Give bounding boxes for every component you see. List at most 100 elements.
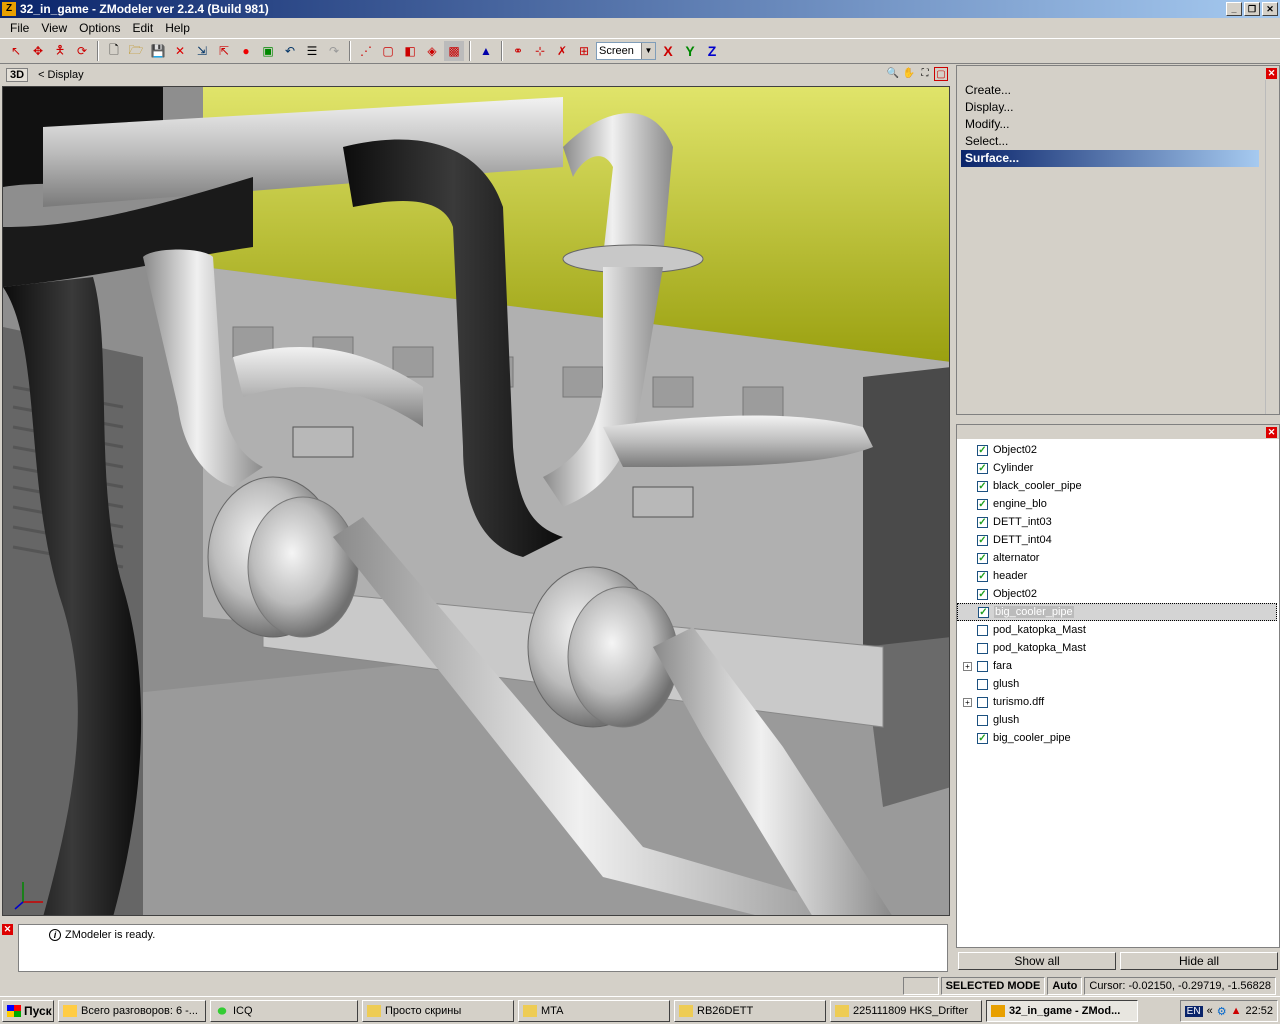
axis-x-button[interactable]: X (658, 43, 678, 59)
export-icon[interactable]: ⇱ (214, 41, 234, 61)
menu-view[interactable]: View (35, 21, 73, 35)
task-folder-screens[interactable]: Просто скрины (362, 999, 514, 1022)
command-scrollbar[interactable] (1265, 80, 1279, 414)
object-row[interactable]: ✓ Cylinder (957, 459, 1277, 477)
visibility-checkbox[interactable]: ✓ (977, 570, 988, 582)
object-row[interactable]: glush (957, 675, 1277, 693)
fit-view-icon[interactable]: ⛶ (918, 67, 932, 81)
visibility-checkbox[interactable]: ✓ (977, 498, 988, 510)
task-zmodeler[interactable]: 32_in_game - ZMod... (986, 999, 1138, 1022)
select-tool-icon[interactable]: ↖ (6, 41, 26, 61)
visibility-checkbox[interactable]: ✓ (977, 516, 988, 528)
grid-icon[interactable]: ⊞ (574, 41, 594, 61)
menu-file[interactable]: File (4, 21, 35, 35)
pan-hand-icon[interactable]: ✋ (902, 67, 916, 81)
task-folder-mta[interactable]: MTA (518, 999, 670, 1022)
view-mode-select[interactable]: Screen ▼ (596, 42, 656, 60)
command-create[interactable]: Create... (961, 82, 1259, 99)
maximize-button[interactable]: ❐ (1244, 2, 1260, 16)
visibility-checkbox[interactable] (977, 714, 988, 726)
record-icon[interactable]: ● (236, 41, 256, 61)
object-row[interactable]: ✓ DETT_int03 (957, 513, 1277, 531)
close-icon[interactable]: ✕ (1266, 68, 1277, 79)
vertex-mode-icon[interactable]: ⋰ (356, 41, 376, 61)
visibility-checkbox[interactable]: ✓ (977, 462, 988, 474)
show-all-button[interactable]: Show all (958, 952, 1116, 970)
open-folder-icon[interactable]: 🗁 (126, 41, 146, 61)
3d-viewport[interactable] (2, 86, 950, 916)
maximize-viewport-icon[interactable]: ▢ (934, 67, 948, 81)
visibility-checkbox[interactable]: ✓ (977, 552, 988, 564)
viewport-mode-label[interactable]: 3D (6, 68, 29, 82)
visibility-checkbox[interactable] (977, 678, 988, 690)
task-folder-hks[interactable]: 225111809 HKS_Drifter (830, 999, 982, 1022)
undo-icon[interactable]: ↶ (280, 41, 300, 61)
cube-mode-icon[interactable]: ▩ (444, 41, 464, 61)
object-row[interactable]: ✓ big_cooler_pipe (957, 603, 1277, 621)
object-row[interactable]: ✓ alternator (957, 549, 1277, 567)
visibility-checkbox[interactable]: ✓ (977, 480, 988, 492)
minimize-button[interactable]: _ (1226, 2, 1242, 16)
visibility-checkbox[interactable]: ✓ (977, 732, 988, 744)
rotate-tool-icon[interactable]: ⟳ (72, 41, 92, 61)
antivirus-icon[interactable]: ▲ (1231, 1005, 1242, 1017)
close-button[interactable]: ✕ (1262, 2, 1278, 16)
face-mode-icon[interactable]: ◧ (400, 41, 420, 61)
start-button[interactable]: Пуск (2, 999, 54, 1022)
redo-icon[interactable]: ↷ (324, 41, 344, 61)
expand-plus-icon[interactable]: + (963, 661, 972, 671)
close-icon[interactable]: ✕ (2, 924, 13, 935)
object-row[interactable]: ✓ DETT_int04 (957, 531, 1277, 549)
command-modify[interactable]: Modify... (961, 116, 1259, 133)
object-row[interactable]: ✓ Object02 (957, 441, 1277, 459)
move-tool-icon[interactable]: ✥ (28, 41, 48, 61)
new-file-icon[interactable]: 🗋 (104, 41, 124, 61)
axis-z-button[interactable]: Z (702, 43, 722, 59)
object-row[interactable]: ✓ big_cooler_pipe (957, 729, 1277, 747)
command-select[interactable]: Select... (961, 133, 1259, 150)
visibility-checkbox[interactable]: ✓ (978, 606, 989, 618)
visibility-checkbox[interactable] (977, 624, 988, 636)
task-folder-rb26[interactable]: RB26DETT (674, 999, 826, 1022)
visibility-checkbox[interactable] (977, 642, 988, 654)
menu-help[interactable]: Help (159, 21, 196, 35)
zoom-icon[interactable]: 🔍 (886, 67, 900, 81)
axis-y-button[interactable]: Y (680, 43, 700, 59)
object-row[interactable]: ✓ black_cooler_pipe (957, 477, 1277, 495)
render-icon[interactable]: ▣ (258, 41, 278, 61)
menu-options[interactable]: Options (73, 21, 126, 35)
delete-icon[interactable]: ✕ (170, 41, 190, 61)
properties-icon[interactable]: ☰ (302, 41, 322, 61)
figure-tool-icon[interactable]: 🯅 (50, 41, 70, 61)
save-icon[interactable]: 💾 (148, 41, 168, 61)
task-icq[interactable]: ICQ (210, 999, 358, 1022)
command-surface[interactable]: Surface... (961, 150, 1259, 167)
network-icon[interactable]: ⚙ (1217, 1005, 1227, 1018)
visibility-checkbox[interactable]: ✓ (977, 444, 988, 456)
expand-plus-icon[interactable]: + (963, 697, 972, 707)
visibility-checkbox[interactable]: ✓ (977, 588, 988, 600)
task-chat[interactable]: Всего разговоров: 6 -... (58, 999, 206, 1022)
pivot-icon[interactable]: ▲ (476, 41, 496, 61)
object-row[interactable]: + fara (957, 657, 1277, 675)
object-mode-icon[interactable]: ◈ (422, 41, 442, 61)
language-indicator[interactable]: EN (1184, 1005, 1203, 1017)
visibility-checkbox[interactable] (977, 660, 988, 672)
object-row[interactable]: ✓ header (957, 567, 1277, 585)
object-row[interactable]: pod_katopka_Mast (957, 639, 1277, 657)
axis-gizmo-icon[interactable]: ⊹ (530, 41, 550, 61)
object-row[interactable]: glush (957, 711, 1277, 729)
object-row[interactable]: + turismo.dff (957, 693, 1277, 711)
hide-all-button[interactable]: Hide all (1120, 952, 1278, 970)
object-row[interactable]: pod_katopka_Mast (957, 621, 1277, 639)
object-row[interactable]: ✓ Object02 (957, 585, 1277, 603)
visibility-checkbox[interactable] (977, 696, 988, 708)
import-icon[interactable]: ⇲ (192, 41, 212, 61)
menu-edit[interactable]: Edit (127, 21, 160, 35)
snap-icon[interactable]: ⚭ (508, 41, 528, 61)
command-display[interactable]: Display... (961, 99, 1259, 116)
breadcrumb[interactable]: < Display (38, 69, 84, 81)
mirror-icon[interactable]: ✗ (552, 41, 572, 61)
object-row[interactable]: ✓ engine_blo (957, 495, 1277, 513)
visibility-checkbox[interactable]: ✓ (977, 534, 988, 546)
